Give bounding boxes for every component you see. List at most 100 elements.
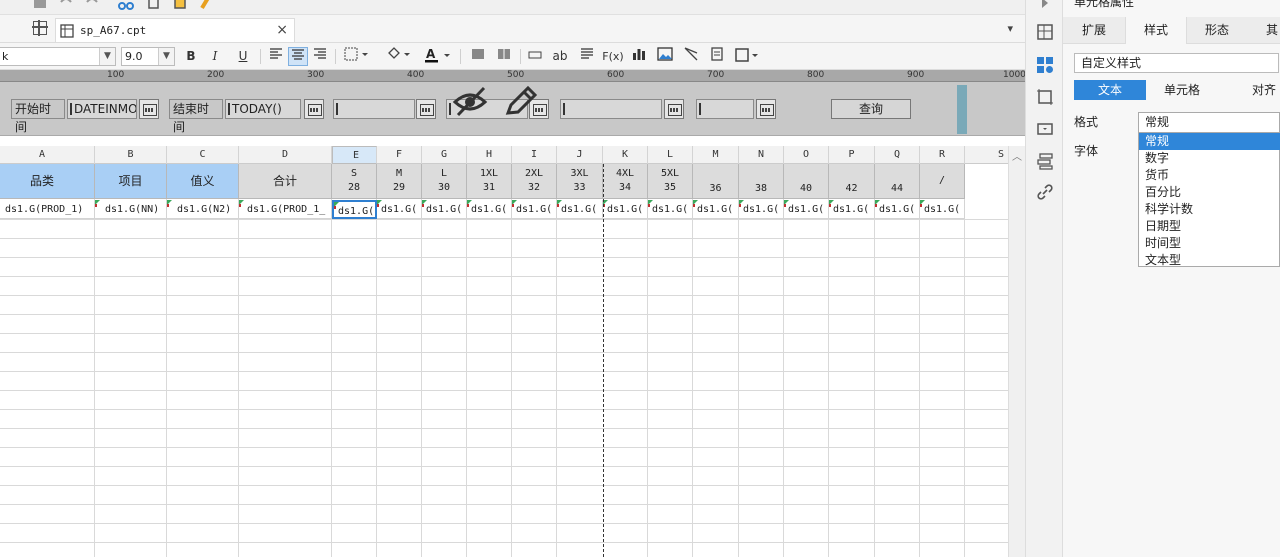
start-time-input[interactable]: DATEINMO xyxy=(67,99,137,119)
spreadsheet-grid[interactable]: 品类 项目 值义 合计 S 28 M 29 L 30 1XL 31 2XL 32 3XL 3… xyxy=(0,164,1008,557)
header-cell[interactable]: 36 xyxy=(693,164,739,199)
format-option-number[interactable]: 数字 xyxy=(1139,150,1280,167)
hyperlink-icon[interactable] xyxy=(1036,183,1054,201)
data-cell[interactable]: ds1.G( xyxy=(920,200,965,219)
data-cell[interactable]: ds1.G( xyxy=(784,200,829,219)
format-option-date[interactable]: 日期型 xyxy=(1139,218,1280,235)
col-d[interactable]: D xyxy=(239,146,332,164)
header-cell[interactable]: 项目 xyxy=(95,164,167,199)
vertical-scrollbar[interactable]: ︿ xyxy=(1008,146,1025,557)
param-panel-scrollbar[interactable] xyxy=(957,85,967,134)
insert-element-button[interactable] xyxy=(733,47,761,66)
fill-color-button[interactable] xyxy=(384,47,414,66)
data-cell[interactable]: ds1.G( xyxy=(377,200,422,219)
data-cell[interactable]: ds1.G( xyxy=(829,200,875,219)
header-cell[interactable]: 40 xyxy=(784,164,829,199)
col-m[interactable]: M xyxy=(693,146,739,164)
cut-icon[interactable] xyxy=(118,0,134,10)
align-left-button[interactable] xyxy=(266,47,286,66)
border-button[interactable] xyxy=(342,47,372,66)
tab-style[interactable]: 样式 xyxy=(1125,17,1187,44)
col-r[interactable]: R xyxy=(920,146,965,164)
insert-image-button[interactable] xyxy=(655,47,675,66)
insert-subreport-button[interactable] xyxy=(707,47,727,66)
data-cell[interactable]: ds1.G( xyxy=(875,200,920,219)
data-cell[interactable]: ds1.G(NN) xyxy=(95,200,167,219)
col-a[interactable]: A xyxy=(0,146,95,164)
data-cell[interactable]: ds1.G( xyxy=(422,200,467,219)
header-cell[interactable]: 4XL 34 xyxy=(603,164,648,199)
subtab-align[interactable]: 对齐 xyxy=(1218,80,1280,100)
insert-slash-button[interactable] xyxy=(681,47,701,66)
data-cell[interactable]: ds1.G( xyxy=(739,200,784,219)
dropdown-icon[interactable] xyxy=(756,99,776,119)
data-cell[interactable]: ds1.G( xyxy=(693,200,739,219)
format-option-scientific[interactable]: 科学计数 xyxy=(1139,201,1280,218)
header-cell[interactable]: 3XL 33 xyxy=(557,164,603,199)
tab-expand[interactable]: 扩展 xyxy=(1063,17,1125,44)
insert-row-button[interactable] xyxy=(525,47,545,66)
split-cells-button[interactable] xyxy=(494,47,514,66)
bold-button[interactable]: B xyxy=(181,47,201,66)
subtab-text[interactable]: 文本 xyxy=(1074,80,1146,100)
style-select[interactable]: 自定义样式 xyxy=(1074,53,1279,73)
header-cell[interactable]: L 30 xyxy=(422,164,467,199)
end-time-label[interactable]: 结束时间 xyxy=(169,99,223,134)
header-cell[interactable]: 值义 xyxy=(167,164,239,199)
cell-attributes-icon[interactable] xyxy=(1036,56,1054,74)
formula-button[interactable]: F(x) xyxy=(601,47,625,66)
pencil-icon[interactable] xyxy=(504,85,538,117)
data-cell[interactable]: ds1.G( xyxy=(467,200,512,219)
col-q[interactable]: Q xyxy=(875,146,920,164)
float-element-icon[interactable] xyxy=(1036,88,1054,106)
data-cell-selected[interactable]: ds1.G( xyxy=(332,200,377,219)
format-option-percent[interactable]: 百分比 xyxy=(1139,184,1280,201)
tab-list-menu-icon[interactable]: ▾ xyxy=(1007,22,1013,35)
format-option-general[interactable]: 常规 xyxy=(1139,133,1280,150)
merge-cells-button[interactable] xyxy=(468,47,488,66)
col-b[interactable]: B xyxy=(95,146,167,164)
end-time-input[interactable]: TODAY() xyxy=(225,99,301,119)
col-p[interactable]: P xyxy=(829,146,875,164)
data-cell[interactable]: ds1.G( xyxy=(557,200,603,219)
data-cell[interactable]: ds1.G( xyxy=(512,200,557,219)
format-option-currency[interactable]: 货币 xyxy=(1139,167,1280,184)
col-f[interactable]: F xyxy=(377,146,422,164)
param-input-5[interactable] xyxy=(560,99,662,119)
col-l[interactable]: L xyxy=(648,146,693,164)
header-cell[interactable]: S 28 xyxy=(332,164,377,199)
header-cell[interactable]: 5XL 35 xyxy=(648,164,693,199)
close-tab-icon[interactable]: × xyxy=(276,22,288,38)
param-select[interactable] xyxy=(696,99,754,119)
col-s[interactable]: S xyxy=(965,146,1008,164)
save-icon[interactable] xyxy=(32,0,48,10)
col-k[interactable]: K xyxy=(603,146,648,164)
header-cell[interactable]: 38 xyxy=(739,164,784,199)
col-i[interactable]: I xyxy=(512,146,557,164)
col-o[interactable]: O xyxy=(784,146,829,164)
header-cell[interactable]: / xyxy=(920,164,965,199)
data-cell[interactable]: ds1.G( xyxy=(648,200,693,219)
data-cell[interactable]: ds1.G( xyxy=(603,200,648,219)
align-right-button[interactable] xyxy=(310,47,330,66)
scroll-up-icon[interactable]: ︿ xyxy=(1012,148,1022,163)
header-cell[interactable]: 合计 xyxy=(239,164,332,199)
col-h[interactable]: H xyxy=(467,146,512,164)
font-size-select[interactable]: 9.0 ▼ xyxy=(121,47,175,66)
query-button[interactable]: 查询 xyxy=(831,99,911,119)
format-option-time[interactable]: 时间型 xyxy=(1139,235,1280,252)
cell-element-icon[interactable] xyxy=(1036,23,1054,41)
header-cell[interactable]: 品类 xyxy=(0,164,95,199)
italic-button[interactable]: I xyxy=(205,47,225,66)
tab-form[interactable]: 形态 xyxy=(1187,17,1247,44)
data-cell[interactable]: ds1.G(N2) xyxy=(167,200,239,219)
conditional-formatting-icon[interactable] xyxy=(1036,152,1054,170)
undo-icon[interactable] xyxy=(58,0,74,10)
col-c[interactable]: C xyxy=(167,146,239,164)
col-e[interactable]: E xyxy=(332,146,377,164)
header-cell[interactable]: 2XL 32 xyxy=(512,164,557,199)
widget-settings-icon[interactable] xyxy=(1036,120,1054,138)
font-color-button[interactable]: A xyxy=(422,47,454,66)
calendar-icon[interactable] xyxy=(304,99,324,119)
col-j[interactable]: J xyxy=(557,146,603,164)
